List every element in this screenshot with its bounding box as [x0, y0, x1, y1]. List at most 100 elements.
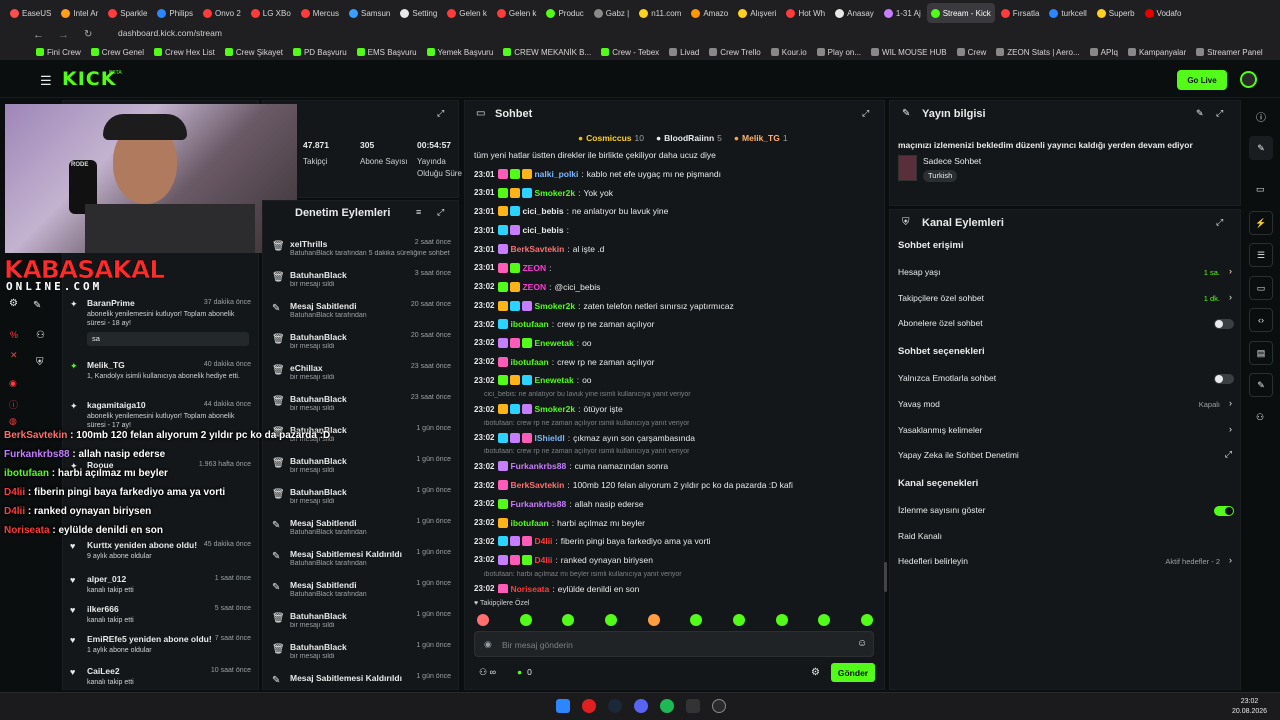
- chat-message[interactable]: 23:01 ZEON:: [474, 259, 880, 277]
- action-row[interactable]: Hedefleri belirleyin Aktif hedefler - 2 ›: [898, 554, 1234, 570]
- bookmark-item[interactable]: Crew Genel: [90, 48, 144, 57]
- expand-icon[interactable]: ⤢: [437, 207, 444, 218]
- browser-tab[interactable]: Fırsatla: [997, 3, 1044, 23]
- discord-taskbar-icon[interactable]: [634, 699, 648, 713]
- bookmark-item[interactable]: Yemek Başvuru: [426, 48, 493, 57]
- moderation-item[interactable]: ✎ Mesaj Sabitlendi 20 saat önce BatuhanBlac…: [262, 295, 459, 326]
- chat-message[interactable]: 23:01 BerkSavtekin: al işte .d: [474, 240, 880, 258]
- action-row[interactable]: Raid Kanalı: [898, 529, 1234, 545]
- bookmark-item[interactable]: APIq: [1089, 48, 1118, 57]
- moderation-item[interactable]: 🗑 BatuhanBlack 1 gün önce bir mesajı sildi: [262, 605, 459, 636]
- bookmark-item[interactable]: Crew Şikayet: [224, 48, 283, 57]
- message-user[interactable]: D4lii: [534, 536, 552, 546]
- emote-icon[interactable]: [860, 614, 873, 626]
- info-icon[interactable]: ⓘ: [1256, 109, 1266, 124]
- back-icon[interactable]: ←: [33, 29, 44, 41]
- chat-message[interactable]: 23:02 Furkankrbs88: cuma namazından sonra: [474, 457, 880, 475]
- reload-icon[interactable]: ↻: [84, 29, 92, 40]
- windows-start-icon[interactable]: [556, 699, 570, 713]
- spotify-icon[interactable]: [660, 699, 674, 713]
- bookmark-item[interactable]: Fini Crew: [36, 48, 81, 57]
- bookmark-item[interactable]: WIL MOUSE HUB: [871, 48, 947, 57]
- epic-icon[interactable]: [686, 699, 700, 713]
- message-user[interactable]: Smoker2k: [534, 404, 575, 414]
- chat-message[interactable]: 23:01 cici_bebis:: [474, 221, 880, 239]
- browser-tab[interactable]: Hot Wh: [782, 3, 829, 23]
- message-user[interactable]: Noriseata: [510, 584, 549, 593]
- browser-tab[interactable]: Gelen k: [493, 3, 541, 23]
- moderation-item[interactable]: 🗑 BatuhanBlack 20 saat önce bir mesajı sild…: [262, 326, 459, 357]
- chat-message[interactable]: 23:01 cici_bebis: ne anlatıyor bu lavuk yi…: [474, 202, 880, 220]
- browser-tab[interactable]: Sparkle: [104, 3, 151, 23]
- wrench-icon[interactable]: ✎: [33, 300, 41, 311]
- users-icon[interactable]: ⚇: [36, 330, 45, 341]
- share-icon[interactable]: ⚇: [1256, 412, 1264, 423]
- message-user[interactable]: BerkSavtekin: [510, 244, 564, 254]
- chat-message[interactable]: 23:02 Enewetak: oo: [474, 334, 880, 352]
- message-user[interactable]: cici_bebis: [522, 225, 563, 235]
- bookmark-item[interactable]: Kampanyalar: [1127, 48, 1186, 57]
- message-user[interactable]: lShieldl: [534, 433, 564, 443]
- list-icon[interactable]: ☰: [1249, 243, 1273, 267]
- browser-tab[interactable]: Mercus: [297, 3, 343, 23]
- chat-message[interactable]: 23:02 ZEON: @cici_bebis: [474, 278, 880, 296]
- chat-rail-icon[interactable]: ▭: [1249, 276, 1273, 300]
- x-icon[interactable]: ✕: [10, 350, 18, 361]
- message-user[interactable]: D4lii: [534, 555, 552, 565]
- browser-tab[interactable]: Anasay: [831, 3, 878, 23]
- gifter[interactable]: ● BloodRaiinn 5: [656, 133, 722, 143]
- message-user[interactable]: Enewetak: [534, 375, 573, 385]
- gifter[interactable]: ● Melik_TG 1: [734, 133, 788, 143]
- chat-message[interactable]: 23:02 BerkSavtekin:100mb 120 felan alıyor…: [474, 476, 880, 494]
- action-row[interactable]: Yalnızca Emotlarla sohbet: [898, 371, 1234, 387]
- forward-icon[interactable]: →: [58, 29, 69, 41]
- avatar[interactable]: [1240, 71, 1257, 88]
- browser-tab[interactable]: Samsun: [345, 3, 394, 23]
- chat-message[interactable]: 23:02 lShieldl: çıkmaz ayın son çarşambası…: [474, 429, 880, 447]
- record-icon[interactable]: ◉: [9, 378, 17, 389]
- emote-icon[interactable]: [562, 614, 575, 626]
- chat-input[interactable]: ◉ Bir mesaj gönderin ☺: [474, 631, 874, 657]
- browser-tab[interactable]: Alışveri: [734, 3, 780, 23]
- chat-message[interactable]: 23:02 Smoker2k: ötüyor işte: [474, 400, 880, 418]
- message-user[interactable]: Furkankrbs88: [510, 499, 566, 509]
- message-user[interactable]: BerkSavtekin: [510, 480, 564, 490]
- go-live-button[interactable]: Go Live: [1177, 70, 1227, 90]
- browser-tab[interactable]: EaseUS: [6, 3, 55, 23]
- emote-icon[interactable]: [818, 614, 831, 626]
- send-button[interactable]: Gönder: [831, 663, 875, 682]
- bookmark-item[interactable]: CREW MEKANİK B...: [503, 48, 591, 57]
- opera-icon[interactable]: [582, 699, 596, 713]
- url-field[interactable]: dashboard.kick.com/stream: [110, 26, 1010, 40]
- message-user[interactable]: ZEON: [522, 263, 546, 273]
- browser-tab[interactable]: 1-31 Aj: [880, 3, 925, 23]
- edit-rail-icon[interactable]: ✎: [1249, 136, 1273, 160]
- message-user[interactable]: Furkankrbs88: [510, 461, 566, 471]
- chat-message[interactable]: 23:02 ibotufaan: crew rp ne zaman açılıyor: [474, 353, 880, 371]
- bookmark-item[interactable]: Livad: [669, 48, 699, 57]
- emote-icon[interactable]: [690, 614, 703, 626]
- expand-icon[interactable]: ⤢: [1216, 108, 1223, 119]
- chat-message[interactable]: 23:02 ibotufaan: crew rp ne zaman açılıyor: [474, 315, 880, 333]
- chat-message[interactable]: 23:02 D4lii: ranked oynayan biriysen: [474, 551, 880, 569]
- chat-message[interactable]: 23:01 Smoker2k: Yok yok: [474, 184, 880, 202]
- browser-tab[interactable]: Gelen k: [443, 3, 491, 23]
- emote-icon[interactable]: [477, 614, 489, 626]
- message-user[interactable]: nalki_polki: [534, 169, 578, 179]
- expand-icon[interactable]: ⤢: [1216, 217, 1223, 228]
- moderation-item[interactable]: ✎ Mesaj Sabitlendi 1 gün önce BatuhanBlack …: [262, 574, 459, 605]
- layout-icon[interactable]: ▭: [1256, 184, 1265, 195]
- moderation-item[interactable]: ✎ Mesaj Sabitlemesi Kaldırıldı 1 gün önce: [262, 667, 459, 688]
- bookmark-item[interactable]: Crew: [956, 48, 986, 57]
- emote-icon[interactable]: [647, 614, 660, 626]
- browser-tab[interactable]: LG XBo: [247, 3, 295, 23]
- moderation-item[interactable]: ✎ Mesaj Sabitlemesi Kaldırıldı 1 gün önce B…: [262, 543, 459, 574]
- bookmark-item[interactable]: Crew Trello: [709, 48, 761, 57]
- bookmark-item[interactable]: Crew Hex List: [154, 48, 215, 57]
- action-row[interactable]: Yavaş mod Kapalı ›: [898, 397, 1234, 413]
- message-user[interactable]: ibotufaan: [510, 357, 548, 367]
- system-clock[interactable]: 23:02 20.08.2026: [1232, 697, 1267, 717]
- message-user[interactable]: ibotufaan: [510, 319, 548, 329]
- bookmark-item[interactable]: Streamer Panel: [1196, 48, 1263, 57]
- message-user[interactable]: ibotufaan: [510, 518, 548, 528]
